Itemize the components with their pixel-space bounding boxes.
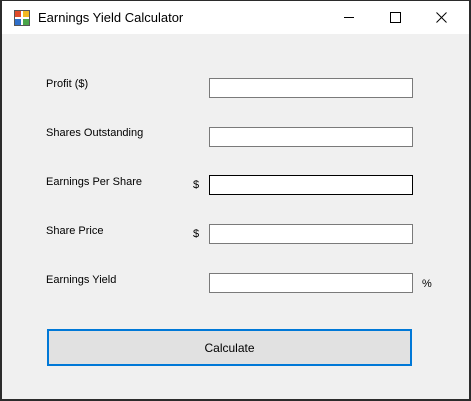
earnings-per-share-label: Earnings Per Share xyxy=(46,176,142,188)
earnings-per-share-input[interactable] xyxy=(209,175,413,195)
app-window: Earnings Yield Calculator Profit ($) Sha… xyxy=(1,0,470,400)
close-button[interactable] xyxy=(418,1,464,34)
window-title: Earnings Yield Calculator xyxy=(38,10,184,25)
share-price-label: Share Price xyxy=(46,225,104,237)
title-bar[interactable]: Earnings Yield Calculator xyxy=(2,1,469,34)
earnings-yield-input[interactable] xyxy=(209,273,413,293)
earnings-per-share-currency: $ xyxy=(193,179,200,191)
earnings-yield-percent: % xyxy=(422,278,432,290)
share-price-currency: $ xyxy=(193,228,200,240)
maximize-icon xyxy=(389,12,401,23)
close-icon xyxy=(435,12,447,23)
minimize-icon xyxy=(343,17,354,18)
calculate-button[interactable]: Calculate xyxy=(47,329,412,366)
minimize-button[interactable] xyxy=(326,1,372,34)
earnings-yield-label: Earnings Yield xyxy=(46,274,117,286)
app-icon xyxy=(14,10,30,26)
maximize-button[interactable] xyxy=(372,1,418,34)
shares-outstanding-input[interactable] xyxy=(209,127,413,147)
profit-label: Profit ($) xyxy=(46,78,89,90)
profit-input[interactable] xyxy=(209,78,413,98)
shares-outstanding-label: Shares Outstanding xyxy=(46,127,144,139)
share-price-input[interactable] xyxy=(209,224,413,244)
